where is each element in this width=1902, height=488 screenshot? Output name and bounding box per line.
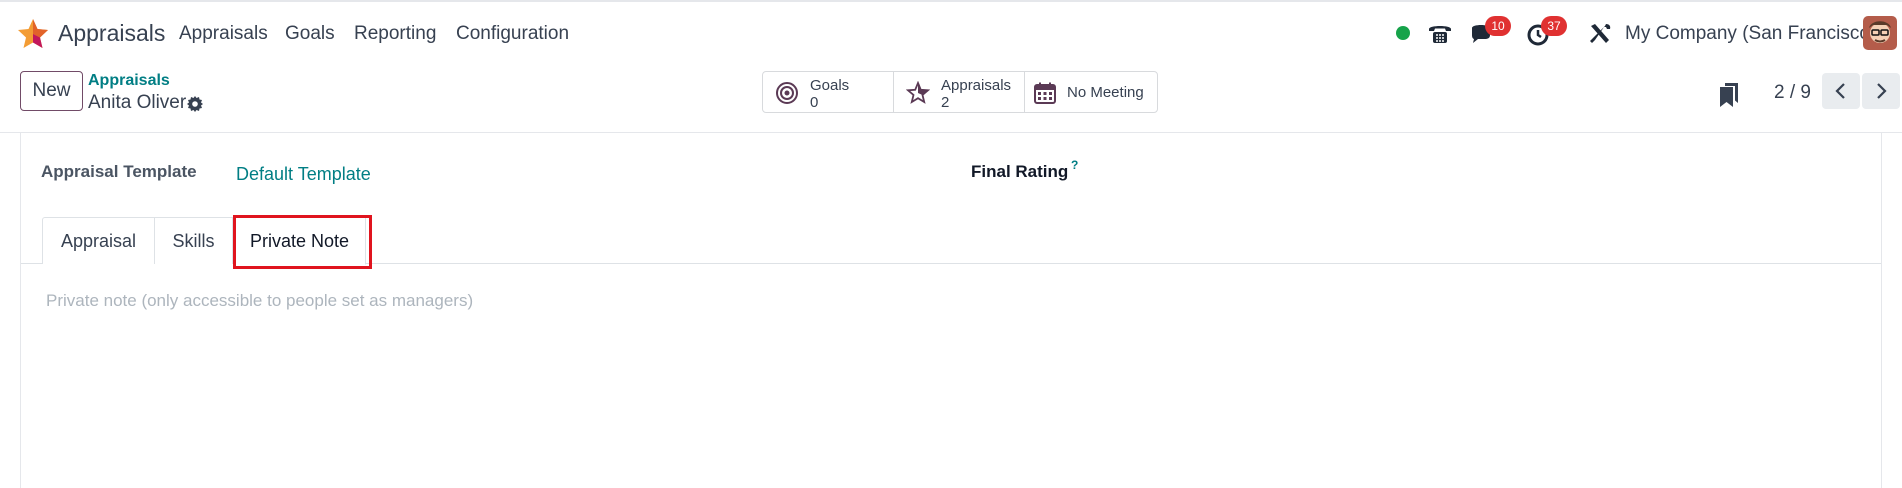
appraisal-template-label: Appraisal Template [41,162,197,181]
breadcrumb-parent[interactable]: Appraisals [88,72,170,90]
control-panel: New Appraisals Anita Oliver Goals 0 Appr… [0,65,1902,133]
breadcrumb-current-record: Anita Oliver [88,92,187,113]
chevron-right-icon [1877,83,1887,99]
chevron-left-icon [1835,83,1845,99]
pager-value[interactable]: 2 / 9 [1774,82,1811,104]
activities-badge: 37 [1541,16,1567,36]
presence-status-dot[interactable] [1396,26,1410,40]
top-navbar: Appraisals Appraisals Goals Reporting Co… [0,0,1902,65]
star-icon [906,81,930,104]
tab-private-note[interactable]: Private Note [233,217,366,265]
menu-appraisals[interactable]: Appraisals [179,23,268,45]
appraisals-app-icon[interactable] [16,17,50,51]
smart-buttons: Goals 0 Appraisals 2 No Meeting [762,71,1158,113]
final-rating-label: Final Rating [971,162,1069,181]
appraisals-smart-button[interactable]: Appraisals 2 [894,72,1025,112]
goals-label: Goals [810,77,850,94]
menu-goals[interactable]: Goals [285,23,335,45]
tools-icon[interactable] [1586,20,1614,48]
private-note-editor[interactable]: Private note (only accessible to people … [46,291,1846,317]
menu-configuration[interactable]: Configuration [456,23,569,45]
appraisal-template-link[interactable]: Default Template [236,164,371,185]
user-avatar[interactable] [1863,16,1897,50]
gear-icon[interactable] [186,95,204,113]
phone-icon[interactable] [1426,20,1454,48]
goals-smart-button[interactable]: Goals 0 [763,72,894,112]
meeting-label: No Meeting [1067,84,1144,101]
tab-appraisal[interactable]: Appraisal [42,217,155,264]
messages-badge: 10 [1485,16,1511,36]
goals-count: 0 [810,94,819,111]
menu-reporting[interactable]: Reporting [354,23,436,45]
pager-next-button[interactable] [1862,73,1900,109]
app-name[interactable]: Appraisals [58,20,165,47]
tab-skills[interactable]: Skills [154,217,233,264]
bookmark-icon[interactable] [1717,81,1741,109]
calendar-icon [1034,82,1056,104]
meeting-smart-button[interactable]: No Meeting [1025,72,1157,112]
appraisals-label: Appraisals [941,77,1012,94]
final-rating-help-tooltip[interactable]: ? [1071,158,1078,172]
appraisals-count: 2 [941,94,950,111]
pager-previous-button[interactable] [1822,73,1860,109]
form-sheet: Appraisal Template Default Template Fina… [20,133,1882,488]
new-button[interactable]: New [20,71,83,111]
company-switcher[interactable]: My Company (San Francisco) [1625,23,1876,45]
target-icon [776,82,798,104]
